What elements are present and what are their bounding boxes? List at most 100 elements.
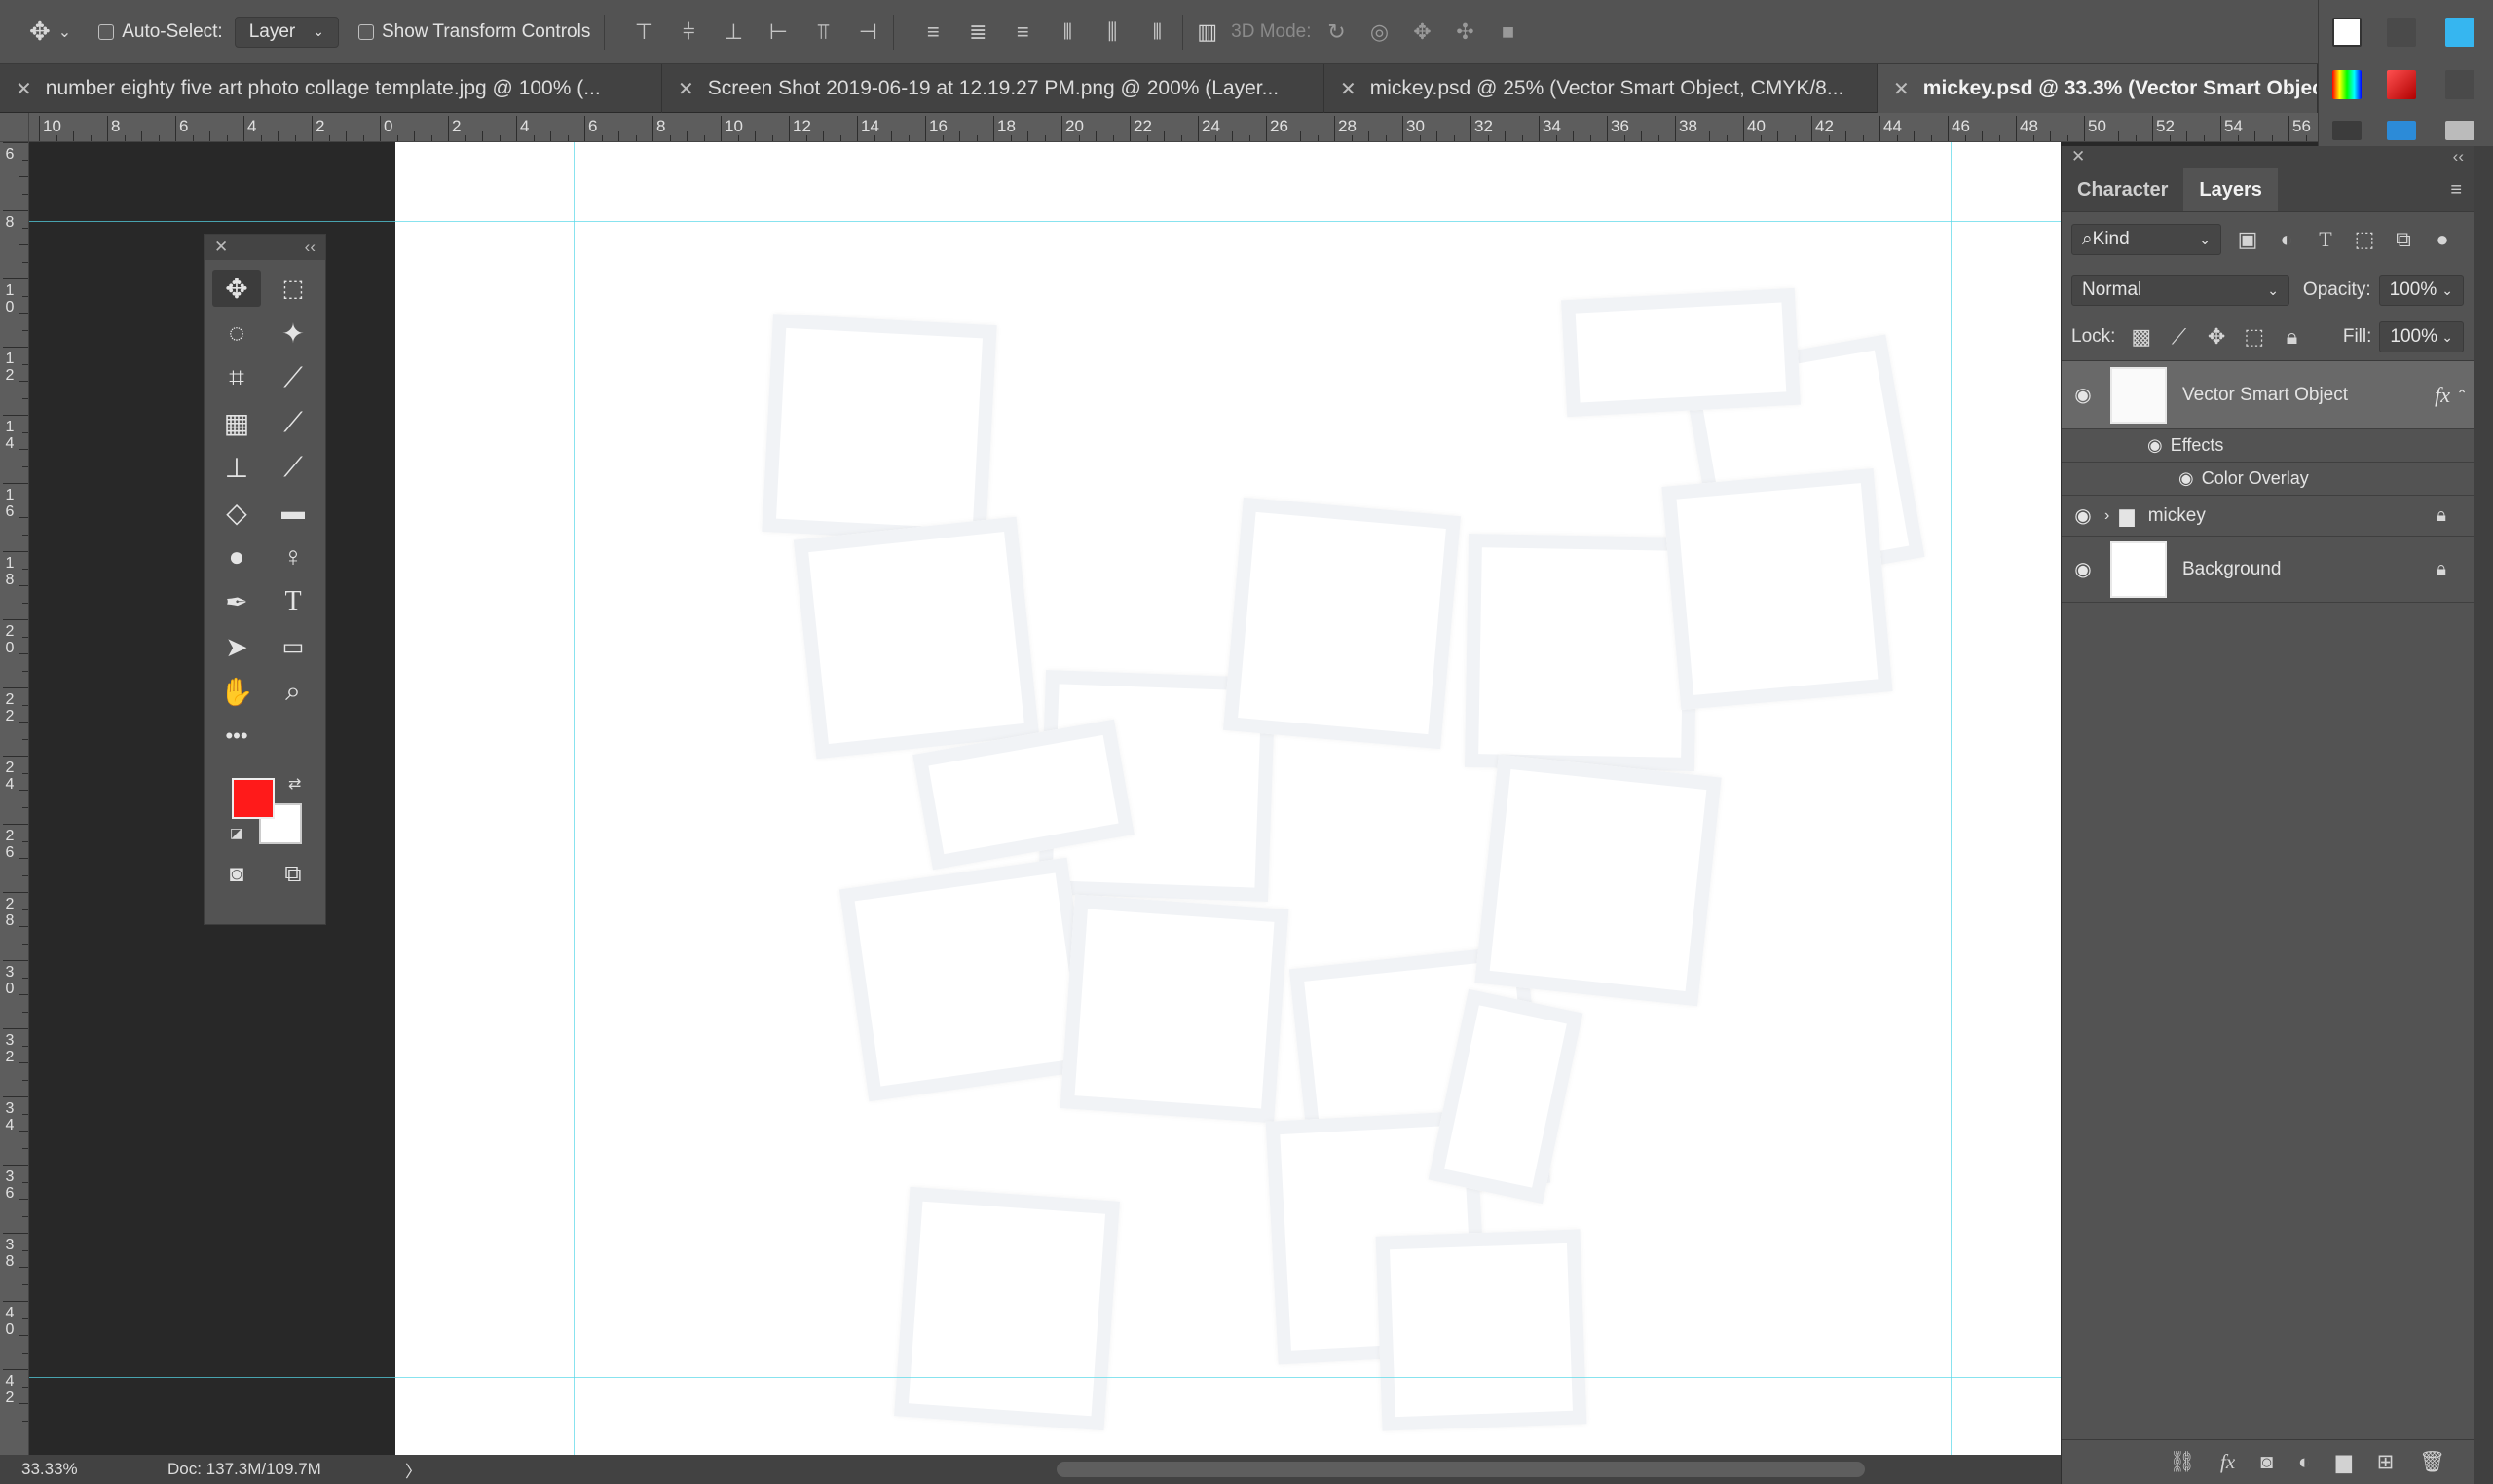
blend-mode-dropdown[interactable]: Normal ⌄ xyxy=(2071,275,2289,306)
add-style-icon[interactable]: fx xyxy=(2220,1450,2235,1474)
filter-type-icon[interactable]: T xyxy=(2313,227,2338,252)
lock-artboard-icon[interactable]: ⬚ xyxy=(2242,324,2266,350)
align-hcenter-icon[interactable]: ⫪ xyxy=(811,19,835,45)
lock-pixels-icon[interactable]: ⟋ xyxy=(2167,324,2191,350)
zoom-level[interactable]: 33.33% xyxy=(21,1460,167,1479)
lock-all-icon[interactable]: 🔒︎ xyxy=(2280,324,2304,350)
move-tool-icon[interactable]: ✥ xyxy=(212,270,261,307)
align-top-icon[interactable]: ⊤ xyxy=(632,19,655,45)
dodge-tool-icon[interactable]: ♀ xyxy=(269,538,317,575)
filter-adjustment-icon[interactable]: ◐ xyxy=(2274,227,2299,252)
layer-group-mickey[interactable]: ◉ › ▆ mickey 🔒︎ xyxy=(2062,496,2474,537)
close-icon[interactable]: ✕ xyxy=(1893,77,1910,101)
color-overlay-row[interactable]: ◉ Color Overlay xyxy=(2062,463,2474,496)
3d-roll-icon[interactable]: ◎ xyxy=(1368,19,1392,45)
tab-character[interactable]: Character xyxy=(2062,168,2183,211)
fx-icon[interactable]: fx xyxy=(2435,383,2450,408)
gradient-tool-icon[interactable]: ▬ xyxy=(269,494,317,531)
layer-effects-row[interactable]: ◉ Effects xyxy=(2062,429,2474,463)
lasso-tool-icon[interactable]: ◌ xyxy=(212,315,261,352)
libraries-icon[interactable] xyxy=(2445,18,2474,47)
quick-mask-icon[interactable]: ◙ xyxy=(212,856,261,893)
align-vcenter-icon[interactable]: ⫩ xyxy=(677,19,700,45)
close-icon[interactable]: ✕ xyxy=(16,77,32,101)
3d-slide-icon[interactable]: ✣ xyxy=(1454,19,1477,45)
path-selection-tool-icon[interactable]: ➤ xyxy=(212,628,261,665)
new-layer-icon[interactable]: ⊞ xyxy=(2377,1450,2395,1474)
layer-background[interactable]: ◉ Background 🔒︎ xyxy=(2062,537,2474,603)
swap-colors-icon[interactable]: ⇄ xyxy=(288,774,301,794)
swatch-icon[interactable] xyxy=(2387,18,2416,47)
visibility-eye-icon[interactable]: ◉ xyxy=(2178,468,2194,489)
fill-input[interactable]: 100% ⌄ xyxy=(2379,321,2464,352)
guide-horizontal[interactable] xyxy=(29,1377,2061,1378)
filter-pixel-icon[interactable]: ▣ xyxy=(2235,227,2260,252)
hand-tool-icon[interactable]: ✋ xyxy=(212,673,261,710)
delete-layer-icon[interactable]: 🗑︎ xyxy=(2419,1451,2445,1474)
3d-pan-icon[interactable]: ✥ xyxy=(1411,19,1434,45)
visibility-eye-icon[interactable]: ◉ xyxy=(2062,383,2104,407)
auto-select-checkbox[interactable] xyxy=(98,23,115,40)
eyedropper-tool-icon[interactable]: ⟋ xyxy=(269,359,317,396)
collapse-icon[interactable]: ‹‹ xyxy=(2453,147,2464,167)
lock-transparent-icon[interactable]: ▩ xyxy=(2129,324,2153,350)
styles-icon[interactable] xyxy=(2445,70,2474,99)
screen-mode-icon[interactable]: ⧉ xyxy=(269,856,317,893)
align-bottom-icon[interactable]: ⊥ xyxy=(722,19,745,45)
collapse-icon[interactable]: ‹‹ xyxy=(305,238,316,257)
marquee-tool-icon[interactable]: ⬚ xyxy=(269,270,317,307)
foreground-color[interactable] xyxy=(232,778,275,819)
tools-panel-header[interactable]: ✕ ‹‹ xyxy=(205,235,325,260)
history-brush-tool-icon[interactable]: ⟋ xyxy=(269,449,317,486)
visibility-eye-icon[interactable]: ◉ xyxy=(2147,435,2163,456)
healing-brush-tool-icon[interactable]: ▦ xyxy=(212,404,261,441)
adjustments-icon[interactable] xyxy=(2332,121,2362,140)
chevron-up-icon[interactable]: ⌃ xyxy=(2456,387,2468,403)
distribute-right-icon[interactable]: ⦀ xyxy=(1145,19,1169,45)
filter-shape-icon[interactable]: ⬚ xyxy=(2352,227,2377,252)
lock-position-icon[interactable]: ✥ xyxy=(2205,324,2229,350)
blur-tool-icon[interactable]: ● xyxy=(212,538,261,575)
magic-wand-tool-icon[interactable]: ✦ xyxy=(269,315,317,352)
move-tool-icon[interactable]: ✥ xyxy=(29,17,51,47)
pen-tool-icon[interactable]: ✒ xyxy=(212,583,261,620)
stamp-tool-icon[interactable]: ⊥ xyxy=(212,449,261,486)
distribute-hcenter-icon[interactable]: ⫼ xyxy=(1100,19,1124,45)
color-picker-icon[interactable] xyxy=(2332,70,2362,99)
chevron-down-icon[interactable]: ⌄ xyxy=(58,22,71,42)
no-color-swatch-icon[interactable] xyxy=(2332,18,2362,47)
3d-camera-icon[interactable]: ■ xyxy=(1497,19,1520,45)
tab-document-1[interactable]: ✕ number eighty five art photo collage t… xyxy=(0,64,662,113)
document-canvas[interactable] xyxy=(395,142,2061,1455)
gradient-icon[interactable] xyxy=(2387,70,2416,99)
auto-align-icon[interactable]: ▥ xyxy=(1197,19,1217,45)
horizontal-ruler[interactable]: 10 8 6 4 2 0 2 4 6 8 10 12 14 16 18 20 22 24 26 28 30 32 34 36 3… xyxy=(29,113,2318,142)
3d-orbit-icon[interactable]: ↻ xyxy=(1325,19,1349,45)
link-layers-icon[interactable]: ⛓ xyxy=(2169,1451,2195,1474)
tab-document-3[interactable]: ✕ mickey.psd @ 25% (Vector Smart Object,… xyxy=(1324,64,1878,113)
close-icon[interactable]: ✕ xyxy=(1340,77,1357,101)
brush-tool-icon[interactable]: ⟋ xyxy=(269,404,317,441)
rectangle-tool-icon[interactable]: ▭ xyxy=(269,628,317,665)
tab-layers[interactable]: Layers xyxy=(2183,168,2278,211)
properties-icon[interactable] xyxy=(2445,121,2474,140)
layer-vector-smart-object[interactable]: ◉ Vector Smart Object fx ⌃ xyxy=(2062,361,2474,429)
filter-toggle-icon[interactable]: ● xyxy=(2430,227,2455,252)
visibility-eye-icon[interactable]: ◉ xyxy=(2062,503,2104,528)
distribute-left-icon[interactable]: ⦀ xyxy=(1056,19,1079,45)
close-icon[interactable]: ✕ xyxy=(214,238,228,257)
guide-horizontal[interactable] xyxy=(29,221,2061,222)
more-tools-icon[interactable]: ••• xyxy=(212,718,261,755)
default-colors-icon[interactable]: ◪ xyxy=(230,825,242,841)
type-tool-icon[interactable]: T xyxy=(269,583,317,620)
canvas-workspace[interactable] xyxy=(29,142,2061,1455)
add-mask-icon[interactable]: ◙ xyxy=(2260,1451,2273,1474)
visibility-eye-icon[interactable]: ◉ xyxy=(2062,557,2104,581)
align-left-icon[interactable]: ⊢ xyxy=(766,19,790,45)
zoom-tool-icon[interactable]: ⌕ xyxy=(269,673,317,710)
panel-menu-icon[interactable]: ≡ xyxy=(2450,179,2462,202)
eraser-tool-icon[interactable]: ◇ xyxy=(212,494,261,531)
horizontal-scrollbar[interactable] xyxy=(1057,1462,1865,1477)
auto-select-dropdown[interactable]: Layer ⌄ xyxy=(234,16,339,48)
guide-vertical[interactable] xyxy=(574,142,575,1455)
